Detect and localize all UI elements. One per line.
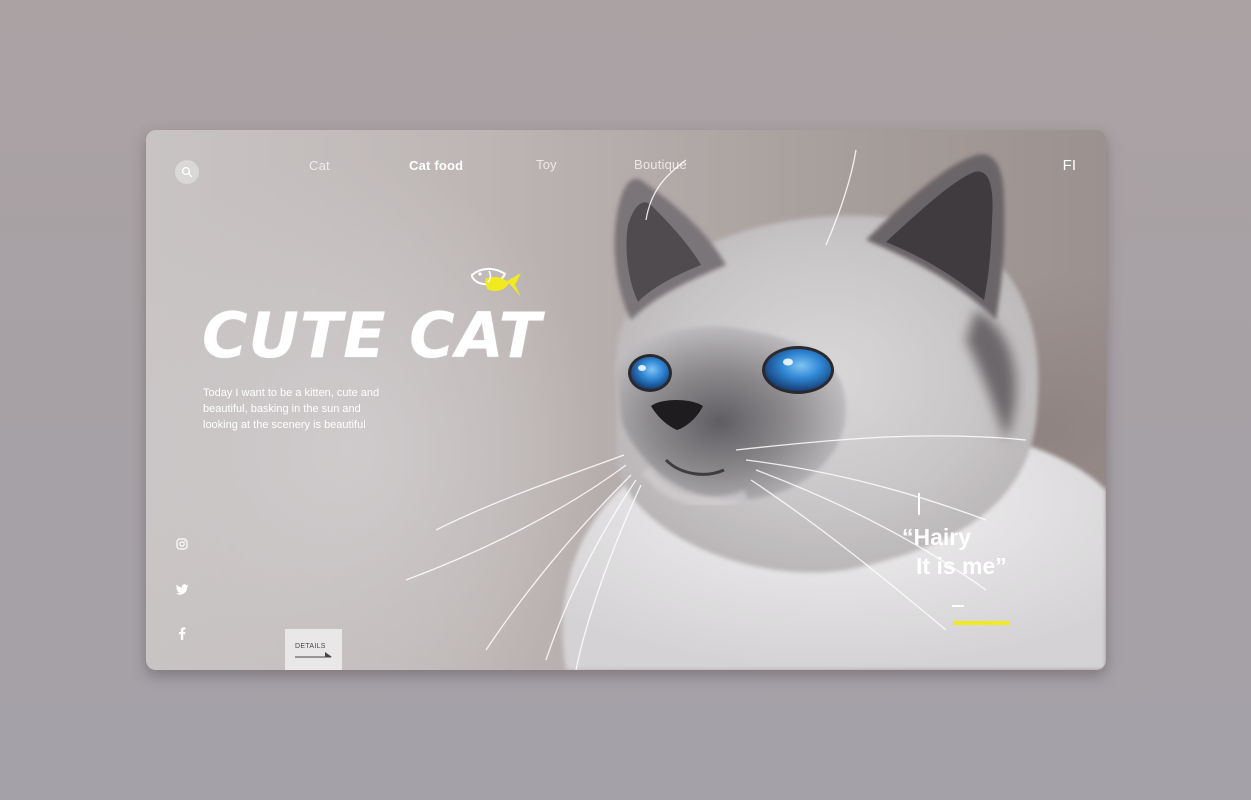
- quote-line-2: It is me”: [916, 553, 1007, 579]
- fish-icon: [470, 267, 521, 297]
- nav-item-toy[interactable]: Toy: [536, 157, 557, 172]
- hero-title: CUTE CAT: [202, 299, 542, 372]
- twitter-icon: [175, 583, 188, 595]
- hero-description: Today I want to be a kitten, cute and be…: [203, 387, 380, 431]
- details-button-label: DETAILS: [295, 643, 326, 650]
- details-button[interactable]: DETAILS: [285, 629, 342, 670]
- accent-bar: [953, 621, 1010, 625]
- main-nav: Cat Cat food Toy Boutique: [146, 157, 1106, 182]
- language-switch[interactable]: FI: [1063, 157, 1076, 174]
- quote-divider: [918, 493, 920, 515]
- facebook-icon: [179, 626, 186, 640]
- twitter-link[interactable]: [174, 581, 190, 597]
- quote-text: “Hairy It is me”: [902, 523, 1007, 581]
- nav-item-cat[interactable]: Cat: [309, 158, 330, 173]
- facebook-link[interactable]: [174, 625, 190, 641]
- nav-item-boutique[interactable]: Boutique: [634, 157, 687, 172]
- instagram-link[interactable]: [174, 536, 190, 552]
- arrow-right-icon: [295, 652, 332, 658]
- hero-card: Cat Cat food Toy Boutique FI CUTE CAT To…: [146, 130, 1106, 670]
- quote-line-1: “Hairy: [902, 524, 972, 550]
- quote-dash: [952, 605, 964, 607]
- nav-item-cat-food[interactable]: Cat food: [409, 158, 463, 173]
- instagram-icon: [176, 538, 188, 550]
